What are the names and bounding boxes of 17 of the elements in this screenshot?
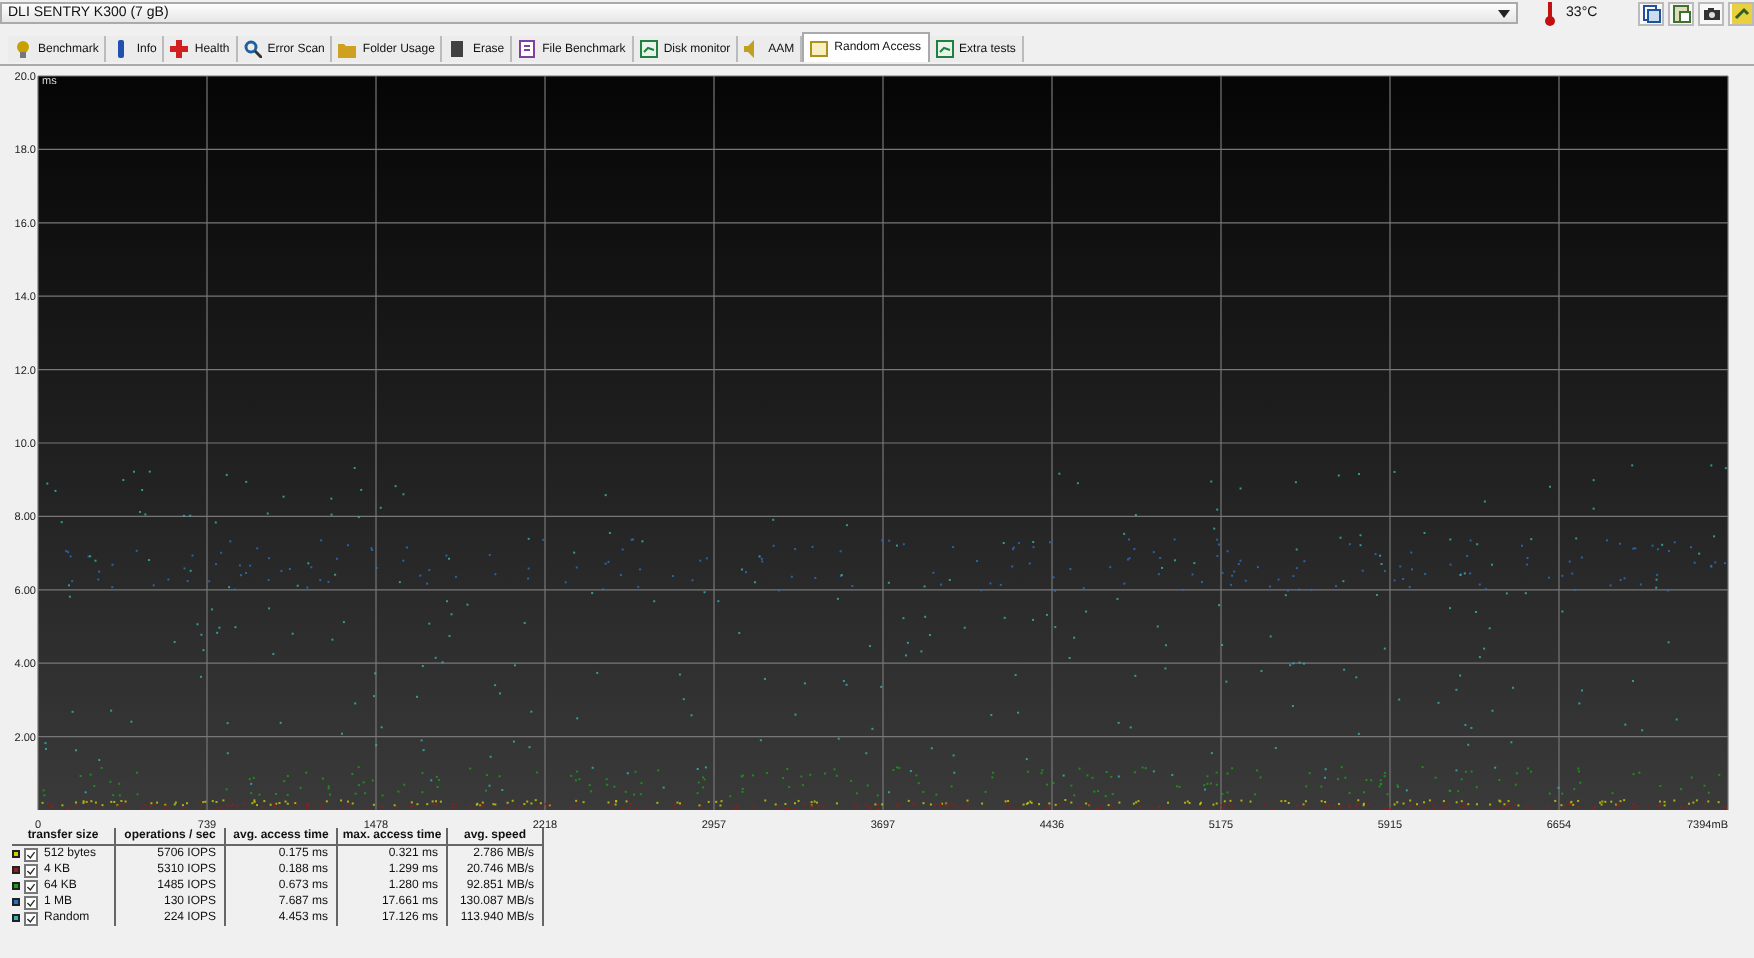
copy-icon[interactable] [1638, 1, 1664, 25]
cross-icon [170, 40, 189, 58]
caret-icon [1498, 9, 1511, 17]
checkbox[interactable] [24, 847, 38, 861]
chart-icon [935, 40, 954, 58]
search-icon [243, 40, 262, 58]
chart-icon [639, 40, 658, 58]
lightbulb-icon [14, 40, 32, 58]
file-icon [518, 40, 537, 58]
checkbox[interactable] [24, 863, 38, 877]
checkbox[interactable] [24, 911, 38, 925]
paste-icon[interactable] [1668, 1, 1694, 25]
camera-icon[interactable] [1698, 1, 1724, 25]
folder-icon [338, 40, 357, 58]
thermometer-icon [1542, 1, 1559, 25]
checkbox[interactable] [24, 895, 38, 909]
checkbox[interactable] [24, 879, 38, 893]
